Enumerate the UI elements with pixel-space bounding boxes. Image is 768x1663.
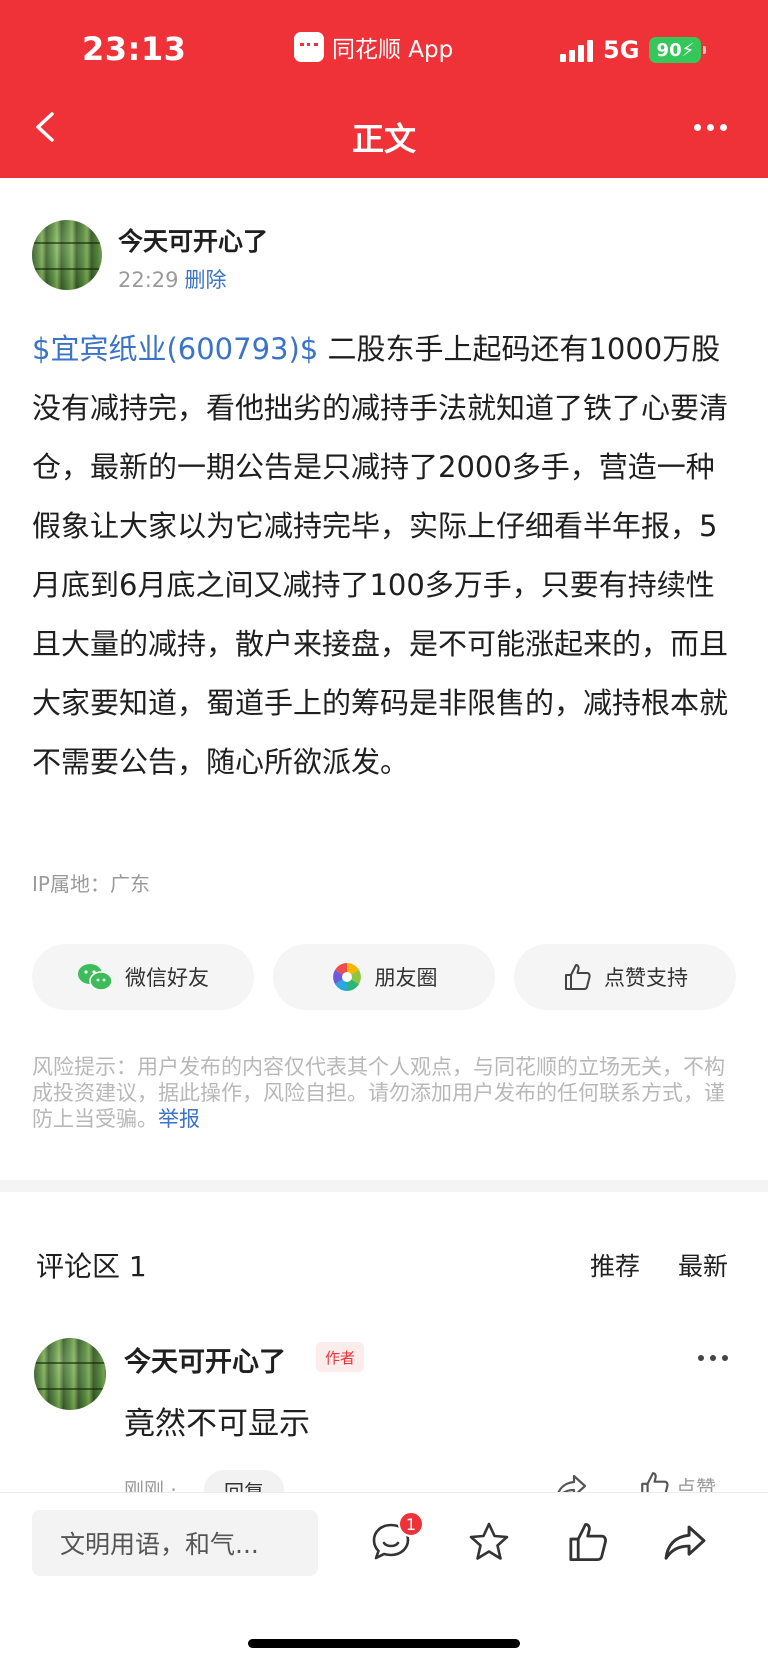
avatar[interactable] xyxy=(32,220,102,290)
sort-latest-tab[interactable]: 最新 xyxy=(678,1247,728,1283)
ip-location: IP属地：广东 xyxy=(32,872,150,896)
delete-button[interactable]: 删除 xyxy=(185,268,227,292)
comment-count-badge: 1 xyxy=(398,1511,424,1537)
signal-icon xyxy=(560,38,593,62)
stock-link[interactable]: $宜宾纸业(600793)$ xyxy=(32,332,318,366)
author-badge: 作者 xyxy=(316,1342,364,1372)
thumb-up-icon xyxy=(569,1523,607,1561)
app-logo-icon xyxy=(294,32,324,62)
thumb-up-icon xyxy=(565,964,591,990)
like-button[interactable] xyxy=(562,1517,612,1567)
comment-input[interactable]: 文明用语，和气... xyxy=(32,1510,318,1576)
sort-recommend-tab[interactable]: 推荐 xyxy=(590,1247,640,1283)
star-icon xyxy=(469,1522,509,1560)
comments-title: 评论区 1 xyxy=(36,1250,147,1283)
share-icon xyxy=(664,1525,706,1560)
share-wechat-label: 微信好友 xyxy=(125,966,209,990)
risk-text: 风险提示：用户发布的内容仅代表其个人观点，与同花顺的立场无关，不构成投资建议，据… xyxy=(32,1055,725,1131)
section-divider xyxy=(0,1180,768,1192)
like-support-label: 点赞支持 xyxy=(604,966,688,990)
more-icon[interactable] xyxy=(694,124,727,131)
report-link[interactable]: 举报 xyxy=(158,1107,200,1131)
header: 23:13 同花顺 App 5G 90 ⚡ 正文 xyxy=(0,0,768,178)
risk-notice: 风险提示：用户发布的内容仅代表其个人观点，与同花顺的立场无关，不构成投资建议，据… xyxy=(32,1054,738,1132)
network-label: 5G xyxy=(603,36,640,64)
status-indicators: 5G 90 ⚡ xyxy=(560,36,707,64)
status-time: 23:13 xyxy=(82,30,187,68)
page-title: 正文 xyxy=(351,120,416,158)
status-app[interactable]: 同花顺 App xyxy=(294,30,453,64)
share-row: 微信好友 朋友圈 点赞支持 xyxy=(32,944,736,1010)
battery-level: 90 xyxy=(656,39,682,61)
post-content: $宜宾纸业(600793)$ 二股东手上起码还有1000万股没有减持完，看他拙劣… xyxy=(32,320,740,792)
share-button[interactable] xyxy=(660,1517,710,1567)
comment-avatar[interactable] xyxy=(34,1338,106,1410)
bottom-bar: 文明用语，和气... 1 xyxy=(0,1492,768,1663)
post-body: 二股东手上起码还有1000万股没有减持完，看他拙劣的减持手法就知道了铁了心要清仓… xyxy=(32,332,729,779)
share-moments-label: 朋友圈 xyxy=(374,966,438,990)
page: 23:13 同花顺 App 5G 90 ⚡ 正文 今天可开心了 22:29 删除 $… xyxy=(0,0,768,1663)
post-meta: 22:29 删除 xyxy=(118,264,227,294)
battery-icon: 90 ⚡ xyxy=(649,37,707,63)
status-app-label: 同花顺 App xyxy=(332,37,454,63)
share-wechat-button[interactable]: 微信好友 xyxy=(32,944,254,1010)
favorite-button[interactable] xyxy=(464,1517,514,1567)
wechat-icon xyxy=(78,964,113,991)
comment-more-icon[interactable] xyxy=(698,1355,728,1361)
home-indicator xyxy=(248,1639,520,1648)
moments-icon xyxy=(332,963,361,991)
post-time: 22:29 xyxy=(118,268,179,292)
like-support-button[interactable]: 点赞支持 xyxy=(514,944,736,1010)
comment-text: 竟然不可显示 xyxy=(124,1406,310,1442)
author-name[interactable]: 今天可开心了 xyxy=(118,222,268,258)
comment-author-name[interactable]: 今天可开心了 xyxy=(124,1340,286,1379)
share-moments-button[interactable]: 朋友圈 xyxy=(273,944,495,1010)
